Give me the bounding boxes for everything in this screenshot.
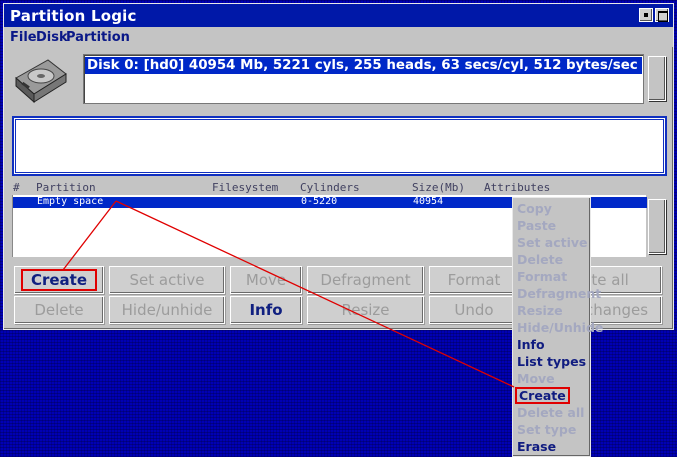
context-menu-item-copy[interactable]: Copy [517, 200, 552, 217]
column-header-filesystem: Filesystem [212, 181, 279, 194]
context-menu-item-defragment[interactable]: Defragment [517, 285, 601, 302]
set-active-button[interactable]: Set active [109, 266, 225, 294]
context-menu-item-format[interactable]: Format [517, 268, 567, 285]
format-button[interactable]: Format [429, 266, 519, 294]
disk-list-scrollbar[interactable] [648, 56, 666, 101]
disk-list[interactable]: Disk 0: [hd0] 40954 Mb, 5221 cyls, 255 h… [83, 54, 644, 104]
disk-entry[interactable]: Disk 0: [hd0] 40954 Mb, 5221 cyls, 255 h… [85, 57, 642, 74]
partition-size: 40954 [413, 196, 444, 207]
context-menu-item-info[interactable]: Info [517, 336, 545, 353]
info-button[interactable]: Info [230, 296, 302, 324]
context-menu-item-list-types[interactable]: List types [517, 353, 586, 370]
column-header-cylinders: Cylinders [300, 181, 360, 194]
window-title: Partition Logic [10, 7, 137, 25]
context-menu-item-set-type[interactable]: Set type [517, 421, 576, 438]
context-menu: Copy Paste Set active Delete Format Defragmen… [512, 197, 603, 457]
context-menu-item-delete-all[interactable]: Delete all [517, 404, 584, 421]
undo-button[interactable]: Undo [429, 296, 519, 324]
context-menu-item-move[interactable]: Move [517, 370, 555, 387]
title-bar[interactable]: Partition Logic [4, 4, 673, 27]
maximize-icon[interactable] [655, 8, 669, 22]
delete-button[interactable]: Delete [14, 296, 104, 324]
menu-bar: File Disk Partition [4, 27, 673, 47]
menu-partition[interactable]: Partition [66, 30, 130, 45]
resize-button[interactable]: Resize [307, 296, 424, 324]
context-menu-item-delete[interactable]: Delete [517, 251, 563, 268]
hard-disk-icon [15, 59, 67, 104]
hide-unhide-button[interactable]: Hide/unhide [109, 296, 225, 324]
partition-graph[interactable] [12, 116, 667, 176]
context-menu-item-erase[interactable]: Erase [517, 438, 556, 455]
partition-name: Empty space [37, 196, 104, 207]
context-menu-item-paste[interactable]: Paste [517, 217, 556, 234]
menu-disk[interactable]: Disk [36, 30, 68, 45]
column-header-attributes: Attributes [484, 181, 551, 194]
minimize-icon[interactable] [639, 8, 653, 22]
context-menu-item-resize[interactable]: Resize [517, 302, 563, 319]
column-header-size: Size(Mb) [412, 181, 465, 194]
create-button[interactable]: Create [14, 266, 104, 294]
partition-list-scrollbar[interactable] [648, 199, 666, 254]
menu-file[interactable]: File [10, 30, 37, 45]
move-button[interactable]: Move [230, 266, 302, 294]
context-menu-item-set-active[interactable]: Set active [517, 234, 588, 251]
context-menu-item-hide-unhide[interactable]: Hide/Unhide [517, 319, 603, 336]
defragment-button[interactable]: Defragment [307, 266, 424, 294]
column-header-num: # [13, 181, 20, 194]
partition-cylinders: 0-5220 [301, 196, 338, 207]
column-header-partition: Partition [36, 181, 96, 194]
context-menu-item-create[interactable]: Create [515, 387, 570, 404]
